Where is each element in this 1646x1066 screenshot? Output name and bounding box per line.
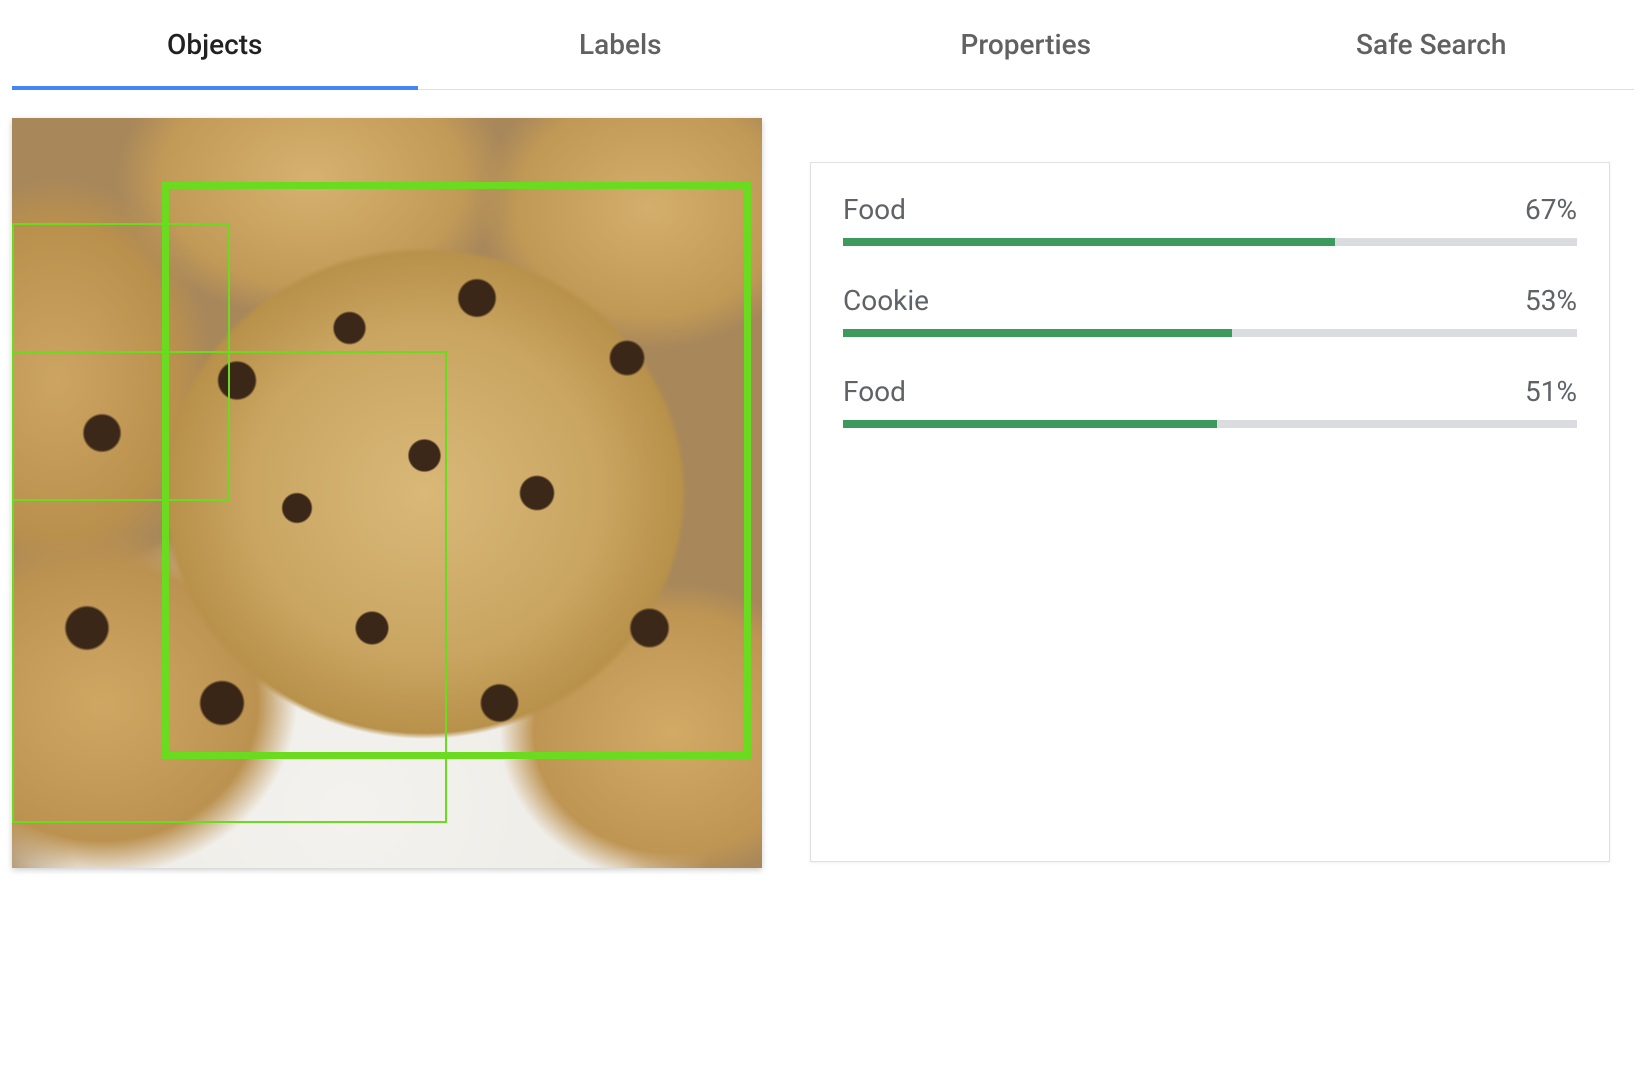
tab-safe-search[interactable]: Safe Search bbox=[1229, 0, 1635, 89]
tab-properties[interactable]: Properties bbox=[823, 0, 1229, 89]
detection-row[interactable]: Cookie 53% bbox=[843, 284, 1577, 337]
tab-labels[interactable]: Labels bbox=[418, 0, 824, 89]
detection-confidence: 67% bbox=[1525, 193, 1577, 226]
detection-header: Food 51% bbox=[843, 375, 1577, 408]
detections-panel: Food 67% Cookie 53% Food 51% bbox=[810, 162, 1610, 862]
confidence-bar-bg bbox=[843, 238, 1577, 246]
detection-label: Cookie bbox=[843, 284, 929, 317]
content-area: Food 67% Cookie 53% Food 51% bbox=[0, 90, 1646, 868]
confidence-bar-fill bbox=[843, 329, 1232, 337]
tab-label: Properties bbox=[961, 28, 1092, 61]
image-preview[interactable] bbox=[12, 118, 762, 868]
tab-label: Safe Search bbox=[1356, 28, 1506, 61]
tabs-bar: Objects Labels Properties Safe Search bbox=[12, 0, 1634, 90]
detection-row[interactable]: Food 51% bbox=[843, 375, 1577, 428]
confidence-bar-bg bbox=[843, 420, 1577, 428]
detection-confidence: 53% bbox=[1525, 284, 1577, 317]
confidence-bar-fill bbox=[843, 420, 1217, 428]
detection-label: Food bbox=[843, 375, 906, 408]
detection-header: Cookie 53% bbox=[843, 284, 1577, 317]
tab-label: Objects bbox=[167, 28, 262, 61]
tab-label: Labels bbox=[579, 28, 662, 61]
detection-header: Food 67% bbox=[843, 193, 1577, 226]
detection-row[interactable]: Food 67% bbox=[843, 193, 1577, 246]
bounding-box[interactable] bbox=[12, 351, 447, 824]
confidence-bar-bg bbox=[843, 329, 1577, 337]
detection-confidence: 51% bbox=[1525, 375, 1577, 408]
detection-label: Food bbox=[843, 193, 906, 226]
confidence-bar-fill bbox=[843, 238, 1335, 246]
tab-objects[interactable]: Objects bbox=[12, 0, 418, 89]
